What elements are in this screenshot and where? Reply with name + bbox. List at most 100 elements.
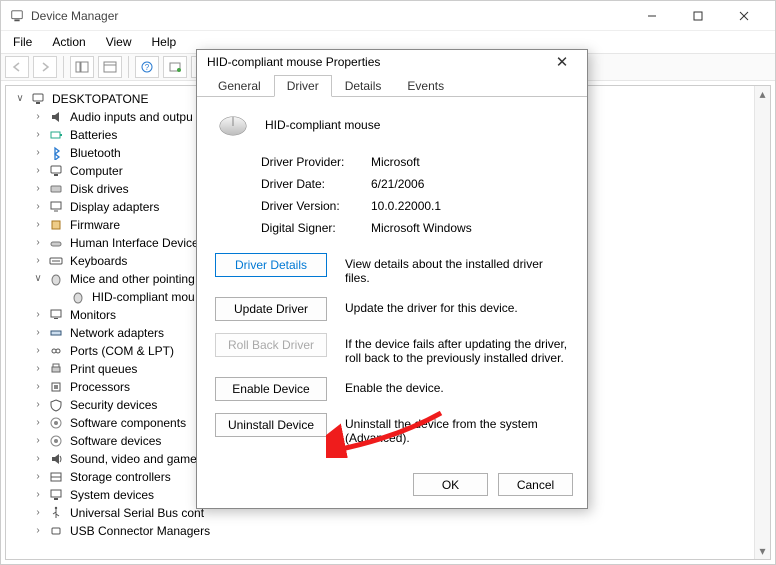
tree-item-label: Firmware [70,216,120,234]
device-category-icon [48,523,64,539]
tree-item-label: Print queues [70,360,137,378]
device-category-icon [48,379,64,395]
ok-button[interactable]: OK [413,473,488,496]
driver-version-value: 10.0.22000.1 [371,199,569,213]
tree-item-label: Network adapters [70,324,164,342]
device-category-icon [48,469,64,485]
chevron-right-icon: › [32,414,44,432]
enable-device-button[interactable]: Enable Device [215,377,327,401]
tree-item-label: Storage controllers [70,468,171,486]
uninstall-device-desc: Uninstall the device from the system (Ad… [345,413,569,445]
chevron-right-icon: › [32,216,44,234]
chevron-down-icon: ∨ [32,270,44,288]
menu-view[interactable]: View [98,33,140,51]
tree-item-label: Computer [70,162,123,180]
scrollbar[interactable]: ▴ ▾ [754,86,770,559]
update-driver-button[interactable]: Update Driver [215,297,327,321]
tree-item-label: System devices [70,486,154,504]
device-name: HID-compliant mouse [265,118,380,132]
minimize-button[interactable] [629,1,675,31]
tab-body-driver: HID-compliant mouse Driver Provider: Mic… [197,96,587,465]
driver-details-button[interactable]: Driver Details [215,253,327,277]
svg-text:?: ? [145,63,150,72]
driver-version-label: Driver Version: [261,199,371,213]
device-category-icon [48,145,64,161]
menu-help[interactable]: Help [144,33,185,51]
device-category-icon [48,343,64,359]
chevron-right-icon: › [32,126,44,144]
window-title: Device Manager [31,9,118,23]
driver-details-desc: View details about the installed driver … [345,253,569,285]
tree-item-label: Human Interface Device [70,234,199,252]
device-category-icon [48,127,64,143]
maximize-button[interactable] [675,1,721,31]
help-button[interactable]: ? [135,56,159,78]
properties-dialog: HID-compliant mouse Properties ✕ General… [196,49,588,509]
computer-icon [30,91,46,107]
device-category-icon [48,217,64,233]
properties-button[interactable] [98,56,122,78]
app-icon [9,8,25,24]
digital-signer-value: Microsoft Windows [371,221,569,235]
device-category-icon [48,199,64,215]
device-category-icon [48,451,64,467]
dialog-title: HID-compliant mouse Properties [207,55,380,69]
scroll-down-arrow[interactable]: ▾ [755,543,770,559]
tree-item-label: Processors [70,378,130,396]
scan-hardware-button[interactable] [163,56,187,78]
chevron-right-icon: › [32,396,44,414]
chevron-right-icon: › [32,468,44,486]
tree-item[interactable]: ›USB Connector Managers [14,522,762,540]
chevron-right-icon: › [32,306,44,324]
tab-events[interactable]: Events [394,75,457,97]
device-category-icon [48,253,64,269]
tree-item-label: Universal Serial Bus cont [70,504,204,522]
cancel-button[interactable]: Cancel [498,473,573,496]
chevron-right-icon: › [32,432,44,450]
chevron-right-icon: › [32,342,44,360]
tree-item-label: Display adapters [70,198,159,216]
tree-item-label: Software components [70,414,186,432]
close-button[interactable] [721,1,767,31]
uninstall-device-button[interactable]: Uninstall Device [215,413,327,437]
update-driver-desc: Update the driver for this device. [345,297,569,315]
driver-date-label: Driver Date: [261,177,371,191]
tab-driver[interactable]: Driver [274,75,332,97]
menu-action[interactable]: Action [44,33,93,51]
back-button[interactable] [5,56,29,78]
chevron-right-icon: › [32,360,44,378]
device-category-icon [48,433,64,449]
mouse-icon [215,111,251,139]
tree-item-label: Sound, video and game [70,450,197,468]
scroll-up-arrow[interactable]: ▴ [755,86,770,102]
tab-general[interactable]: General [205,75,274,97]
menu-file[interactable]: File [5,33,40,51]
chevron-right-icon: › [32,252,44,270]
tab-details[interactable]: Details [332,75,395,97]
chevron-right-icon: › [32,180,44,198]
dialog-titlebar: HID-compliant mouse Properties ✕ [197,50,587,74]
device-category-icon [48,271,64,287]
dialog-tabs: General Driver Details Events [197,74,587,96]
dialog-close-button[interactable]: ✕ [547,53,577,71]
show-hide-tree-button[interactable] [70,56,94,78]
titlebar: Device Manager [1,1,775,31]
device-category-icon [48,397,64,413]
enable-device-desc: Enable the device. [345,377,569,395]
chevron-right-icon: › [32,108,44,126]
forward-button[interactable] [33,56,57,78]
driver-info-grid: Driver Provider: Microsoft Driver Date: … [261,155,569,235]
tree-item-label: Disk drives [70,180,129,198]
tree-item-label: Bluetooth [70,144,121,162]
driver-date-value: 6/21/2006 [371,177,569,191]
chevron-right-icon: › [32,522,44,540]
device-category-icon [48,235,64,251]
tree-root-label: DESKTOPATONE [52,90,148,108]
chevron-right-icon: › [32,378,44,396]
chevron-right-icon: › [32,234,44,252]
digital-signer-label: Digital Signer: [261,221,371,235]
tree-item-label: Security devices [70,396,157,414]
device-category-icon [48,361,64,377]
driver-provider-value: Microsoft [371,155,569,169]
tree-item-label: Batteries [70,126,117,144]
